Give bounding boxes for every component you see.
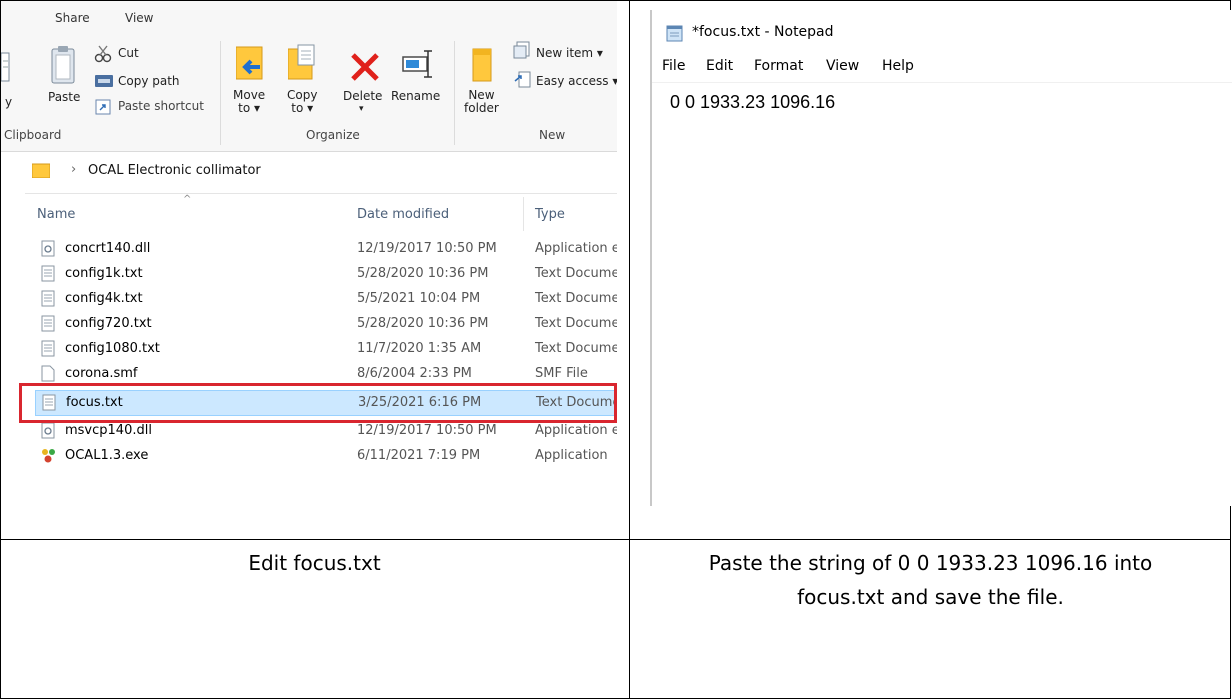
delete-button[interactable]: Delete [343, 89, 382, 103]
file-type: Text Docume [535, 341, 617, 356]
notepad-title: *focus.txt - Notepad [692, 24, 834, 40]
file-explorer-window: Share View y Paste Cut Copy path Paste s… [1, 1, 617, 521]
menu-help[interactable]: Help [882, 58, 914, 74]
paste-shortcut-icon[interactable] [95, 99, 111, 118]
file-row[interactable]: OCAL1.3.exe 6/11/2021 7:19 PM Applicatio… [35, 444, 617, 468]
file-name: msvcp140.dll [65, 423, 152, 438]
easy-access-button[interactable]: Easy access ▾ [536, 74, 617, 88]
file-type: Text Docume [535, 291, 617, 306]
ribbon-separator [454, 41, 455, 145]
new-group-label: New [539, 128, 566, 142]
organize-group-label: Organize [306, 128, 360, 142]
menu-view[interactable]: View [826, 58, 859, 74]
file-date: 11/7/2020 1:35 AM [357, 341, 482, 356]
file-name: config720.txt [65, 316, 152, 331]
file-type: Application e [535, 241, 617, 256]
file-row[interactable]: config1k.txt 5/28/2020 10:36 PM Text Doc… [35, 262, 617, 286]
exe-icon [41, 447, 57, 468]
file-type: Application [535, 448, 608, 463]
highlight-box [19, 383, 617, 423]
file-date: 12/19/2017 10:50 PM [357, 241, 497, 256]
column-header-name[interactable]: Name [37, 207, 75, 222]
copy-to-button[interactable]: Copy to ▾ [287, 89, 317, 115]
file-date: 5/28/2020 10:36 PM [357, 266, 489, 281]
folder-icon [31, 162, 51, 181]
menu-edit[interactable]: Edit [706, 58, 733, 74]
delete-dropdown-arrow[interactable]: ▾ [359, 104, 364, 114]
text-file-icon [41, 265, 55, 286]
dll-icon [41, 240, 55, 261]
rename-button[interactable]: Rename [391, 89, 440, 103]
file-name: concrt140.dll [65, 241, 151, 256]
file-date: 12/19/2017 10:50 PM [357, 423, 497, 438]
file-name: OCAL1.3.exe [65, 448, 149, 463]
address-bar[interactable]: › OCAL Electronic collimator [25, 153, 617, 194]
file-row[interactable]: config720.txt 5/28/2020 10:36 PM Text Do… [35, 312, 617, 336]
new-folder-button[interactable]: New folder [464, 89, 499, 115]
copy-path-icon[interactable] [95, 75, 113, 90]
cut-icon[interactable] [94, 45, 112, 66]
paste-label[interactable]: Paste [48, 90, 80, 104]
tab-view[interactable]: View [125, 11, 153, 25]
ribbon-separator [220, 41, 221, 145]
file-row[interactable]: config1080.txt 11/7/2020 1:35 AM Text Do… [35, 337, 617, 361]
delete-icon[interactable] [349, 51, 381, 86]
file-date: 5/5/2021 10:04 PM [357, 291, 481, 306]
new-item-button[interactable]: New item ▾ [536, 46, 603, 60]
file-name: config1k.txt [65, 266, 143, 281]
caption-left: Edit focus.txt [248, 551, 381, 575]
move-to-button[interactable]: Move to ▾ [233, 89, 265, 115]
file-date: 8/6/2004 2:33 PM [357, 366, 472, 381]
text-file-icon [41, 340, 55, 361]
sort-indicator-icon: ^ [183, 194, 192, 205]
paste-shortcut-button[interactable]: Paste shortcut [118, 99, 204, 113]
file-type: Application e [535, 423, 617, 438]
paste-icon[interactable] [50, 45, 78, 88]
copy-path-button[interactable]: Copy path [118, 74, 180, 88]
table-row-divider [0, 539, 1231, 540]
caption-right: Paste the string of 0 0 1933.23 1096.16 … [630, 546, 1231, 614]
caption-right-line-2: focus.txt and save the file. [797, 585, 1064, 609]
file-type: Text Docume [535, 266, 617, 281]
column-header-type[interactable]: Type [535, 207, 565, 222]
file-type: SMF File [535, 366, 588, 381]
notepad-text-area[interactable]: 0 0 1933.23 1096.16 [670, 92, 835, 113]
breadcrumb-chevron[interactable]: › [71, 162, 76, 177]
ribbon: Share View y Paste Cut Copy path Paste s… [1, 1, 617, 152]
breadcrumb-folder[interactable]: OCAL Electronic collimator [88, 163, 261, 178]
file-date: 5/28/2020 10:36 PM [357, 316, 489, 331]
rename-icon[interactable] [402, 47, 436, 82]
file-date: 6/11/2021 7:19 PM [357, 448, 481, 463]
copy-label-fragment: y [5, 95, 13, 109]
move-to-icon[interactable] [235, 45, 266, 88]
new-folder-icon[interactable] [471, 45, 495, 88]
text-file-icon [41, 315, 55, 336]
copy-icon[interactable] [1, 51, 11, 86]
notepad-icon [666, 24, 684, 46]
column-header-date-modified[interactable]: Date modified [357, 207, 449, 222]
copy-to-icon[interactable] [287, 43, 318, 86]
file-row[interactable]: concrt140.dll 12/19/2017 10:50 PM Applic… [35, 237, 617, 261]
file-name: corona.smf [65, 366, 138, 381]
menu-file[interactable]: File [662, 58, 685, 74]
file-row[interactable]: config4k.txt 5/5/2021 10:04 PM Text Docu… [35, 287, 617, 311]
menu-divider [652, 82, 1232, 83]
column-divider [523, 197, 524, 231]
caption-right-line-1: Paste the string of 0 0 1933.23 1096.16 … [708, 551, 1153, 575]
dll-icon [41, 422, 55, 443]
clipboard-group-label: Clipboard [4, 128, 62, 142]
notepad-window: *focus.txt - Notepad File Edit Format Vi… [650, 10, 1232, 506]
file-type: Text Docume [535, 316, 617, 331]
cut-button[interactable]: Cut [118, 46, 139, 60]
new-item-icon[interactable] [513, 41, 533, 62]
tab-share[interactable]: Share [55, 11, 90, 25]
text-file-icon [41, 290, 55, 311]
file-name: config4k.txt [65, 291, 143, 306]
menu-format[interactable]: Format [754, 58, 803, 74]
easy-access-icon[interactable] [513, 71, 533, 92]
file-name: config1080.txt [65, 341, 160, 356]
